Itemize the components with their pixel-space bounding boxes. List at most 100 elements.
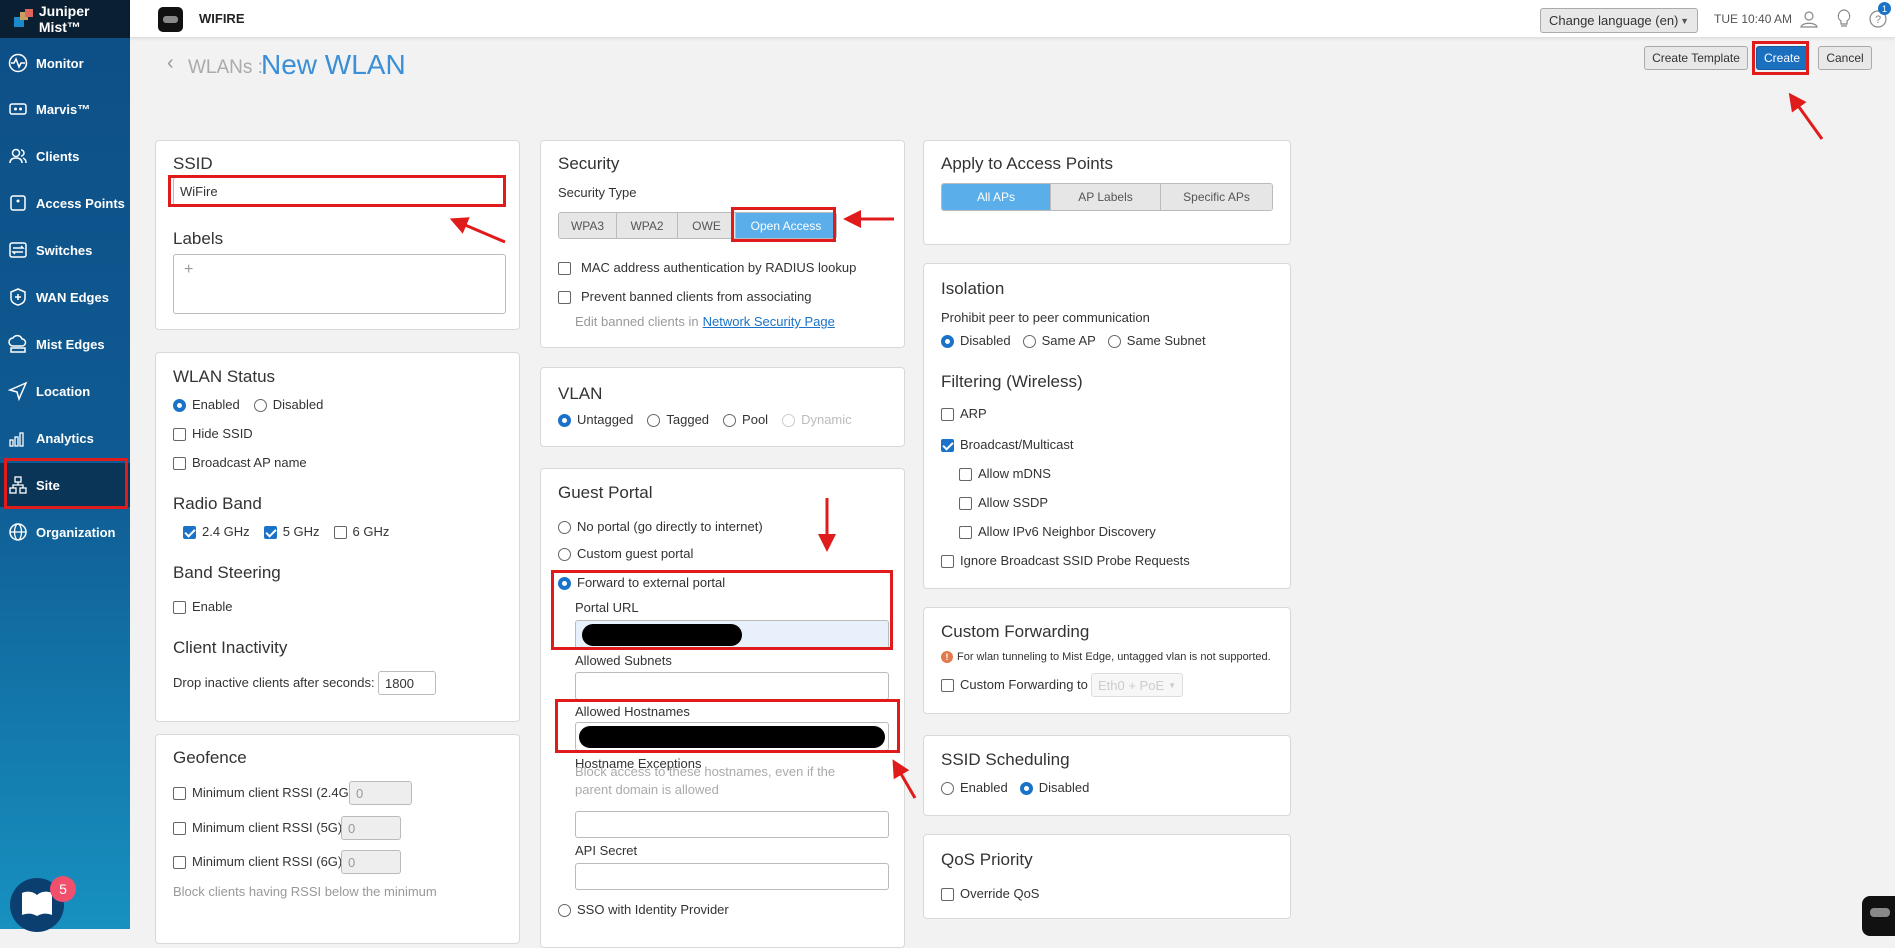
security-wpa2-option[interactable]: WPA2 bbox=[617, 213, 678, 238]
sidebar-item-marvis[interactable]: Marvis™ bbox=[0, 87, 130, 131]
broadcast-multicast-checkbox[interactable] bbox=[941, 438, 954, 452]
isolation-disabled-radio[interactable] bbox=[941, 334, 954, 348]
security-owe-option[interactable]: OWE bbox=[678, 213, 736, 238]
vlan-card: VLAN Untagged Tagged Pool Dynamic bbox=[540, 367, 905, 447]
sidebar-label: Analytics bbox=[36, 430, 94, 446]
ignore-probe-checkbox[interactable] bbox=[941, 554, 954, 568]
brand-name: Juniper Mist™ bbox=[38, 3, 90, 35]
marvis-chat-button[interactable] bbox=[1862, 896, 1895, 936]
allow-ssdp-checkbox[interactable] bbox=[959, 496, 972, 510]
status-enabled-radio[interactable] bbox=[173, 398, 186, 412]
band-5-checkbox[interactable] bbox=[263, 525, 277, 539]
forwarding-select[interactable]: Eth0 + PoE ▼ bbox=[1091, 673, 1183, 697]
vlan-tagged-radio[interactable] bbox=[647, 413, 661, 427]
rssi-24-input[interactable]: 0 bbox=[349, 781, 412, 805]
rssi-24-checkbox[interactable] bbox=[173, 786, 186, 800]
juniper-mist-logo[interactable]: Juniper Mist™ bbox=[0, 0, 130, 38]
sidebar-item-access-points[interactable]: Access Points bbox=[0, 181, 130, 225]
security-wpa3-option[interactable]: WPA3 bbox=[559, 213, 617, 238]
override-qos-checkbox[interactable] bbox=[941, 887, 954, 901]
sidebar-label: WAN Edges bbox=[36, 289, 109, 305]
book-icon bbox=[22, 891, 52, 916]
portal-sso-radio[interactable] bbox=[558, 903, 571, 917]
rssi-6-checkbox[interactable] bbox=[173, 855, 186, 869]
hide-ssid-checkbox[interactable] bbox=[173, 427, 186, 441]
breadcrumb[interactable]: WLANs : bbox=[188, 57, 263, 79]
band-24-checkbox[interactable] bbox=[183, 525, 196, 539]
isolation-same-ap-radio[interactable] bbox=[1022, 334, 1036, 348]
apply-specific-aps-option[interactable]: Specific APs bbox=[1161, 184, 1272, 210]
org-name[interactable]: WIFIRE bbox=[199, 11, 245, 26]
labels-input[interactable]: + bbox=[173, 254, 506, 314]
radio-label: Enabled bbox=[192, 397, 240, 412]
apply-ap-labels-option[interactable]: AP Labels bbox=[1051, 184, 1161, 210]
radio-label: SSO with Identity Provider bbox=[577, 902, 729, 917]
vlan-pool-radio[interactable] bbox=[723, 413, 737, 427]
radio-label: Custom guest portal bbox=[577, 546, 694, 561]
sidebar-item-monitor[interactable]: Monitor bbox=[0, 41, 130, 85]
allowed-subnets-input[interactable] bbox=[575, 672, 889, 700]
create-button[interactable]: Create bbox=[1756, 46, 1808, 70]
sidebar-item-mist-edges[interactable]: Mist Edges bbox=[0, 322, 130, 366]
radio-label: Pool bbox=[742, 412, 769, 427]
back-chevron-icon[interactable]: ‹ bbox=[167, 52, 174, 75]
sidebar-item-location[interactable]: Location bbox=[0, 369, 130, 413]
sidebar-item-clients[interactable]: Clients bbox=[0, 134, 130, 178]
portal-url-input[interactable] bbox=[575, 620, 889, 649]
allow-ipv6-nd-checkbox[interactable] bbox=[959, 525, 972, 539]
checkbox-label: 6 GHz bbox=[352, 524, 390, 539]
sidebar-item-organization[interactable]: Organization bbox=[0, 510, 130, 554]
create-template-button[interactable]: Create Template bbox=[1644, 46, 1748, 70]
sidebar-item-switches[interactable]: Switches bbox=[0, 228, 130, 272]
isolation-same-subnet-radio[interactable] bbox=[1107, 334, 1121, 348]
portal-forward-radio[interactable] bbox=[558, 576, 571, 590]
inactivity-input[interactable]: 1800 bbox=[378, 671, 436, 695]
page-title: New WLAN bbox=[261, 49, 406, 80]
rssi-6-input[interactable]: 0 bbox=[341, 850, 401, 874]
arp-checkbox[interactable] bbox=[941, 407, 954, 421]
add-label-icon[interactable]: + bbox=[184, 261, 193, 279]
ssid-input[interactable]: WiFire bbox=[173, 177, 506, 206]
user-icon[interactable] bbox=[1800, 10, 1818, 28]
cancel-button[interactable]: Cancel bbox=[1818, 46, 1872, 70]
edit-banned-text: Edit banned clients in bbox=[575, 314, 699, 329]
portal-none-radio[interactable] bbox=[558, 520, 571, 534]
checkbox-label: Override QoS bbox=[960, 886, 1040, 901]
mist-edge-icon bbox=[8, 334, 27, 353]
rssi-5-checkbox[interactable] bbox=[173, 821, 186, 835]
allowed-hostnames-input[interactable] bbox=[575, 722, 889, 751]
band-6-checkbox[interactable] bbox=[333, 525, 347, 539]
band-steering-checkbox[interactable] bbox=[173, 600, 186, 614]
mac-auth-checkbox[interactable] bbox=[558, 261, 571, 275]
network-security-link[interactable]: Network Security Page bbox=[703, 312, 835, 332]
schedule-enabled-radio[interactable] bbox=[941, 781, 954, 795]
rssi-5-input[interactable]: 0 bbox=[341, 816, 401, 840]
chat-icon bbox=[1870, 908, 1890, 917]
checkbox-label: Broadcast/Multicast bbox=[960, 437, 1074, 452]
ssid-card: SSID WiFire Labels + bbox=[155, 140, 520, 330]
prevent-banned-checkbox[interactable] bbox=[558, 290, 571, 304]
allow-mdns-checkbox[interactable] bbox=[959, 467, 972, 481]
checkbox-label: Ignore Broadcast SSID Probe Requests bbox=[960, 553, 1190, 568]
apply-all-aps-option[interactable]: All APs bbox=[942, 184, 1051, 210]
caret-down-icon: ▼ bbox=[1680, 15, 1689, 26]
status-disabled-radio[interactable] bbox=[253, 398, 267, 412]
portal-custom-radio[interactable] bbox=[558, 547, 571, 561]
api-secret-input[interactable] bbox=[575, 863, 889, 890]
radio-label: Disabled bbox=[960, 333, 1011, 348]
wlan-status-title: WLAN Status bbox=[173, 367, 276, 386]
isolation-card: Isolation Prohibit peer to peer communic… bbox=[923, 263, 1291, 589]
security-open-access-option[interactable]: Open Access bbox=[736, 213, 836, 238]
sidebar-item-analytics[interactable]: Analytics bbox=[0, 416, 130, 460]
custom-forwarding-checkbox[interactable] bbox=[941, 678, 954, 692]
lightbulb-icon[interactable] bbox=[1836, 9, 1852, 29]
sidebar-item-site[interactable]: Site bbox=[0, 463, 130, 507]
language-select[interactable]: Change language (en) ▼ bbox=[1540, 8, 1698, 33]
vlan-untagged-radio[interactable] bbox=[558, 413, 571, 427]
vlan-dynamic-radio[interactable] bbox=[782, 413, 796, 427]
schedule-disabled-radio[interactable] bbox=[1019, 781, 1033, 795]
hostname-exceptions-input[interactable] bbox=[575, 811, 889, 838]
broadcast-ap-name-checkbox[interactable] bbox=[173, 456, 186, 470]
qos-title: QoS Priority bbox=[941, 850, 1033, 869]
sidebar-item-wan-edges[interactable]: WAN Edges bbox=[0, 275, 130, 319]
